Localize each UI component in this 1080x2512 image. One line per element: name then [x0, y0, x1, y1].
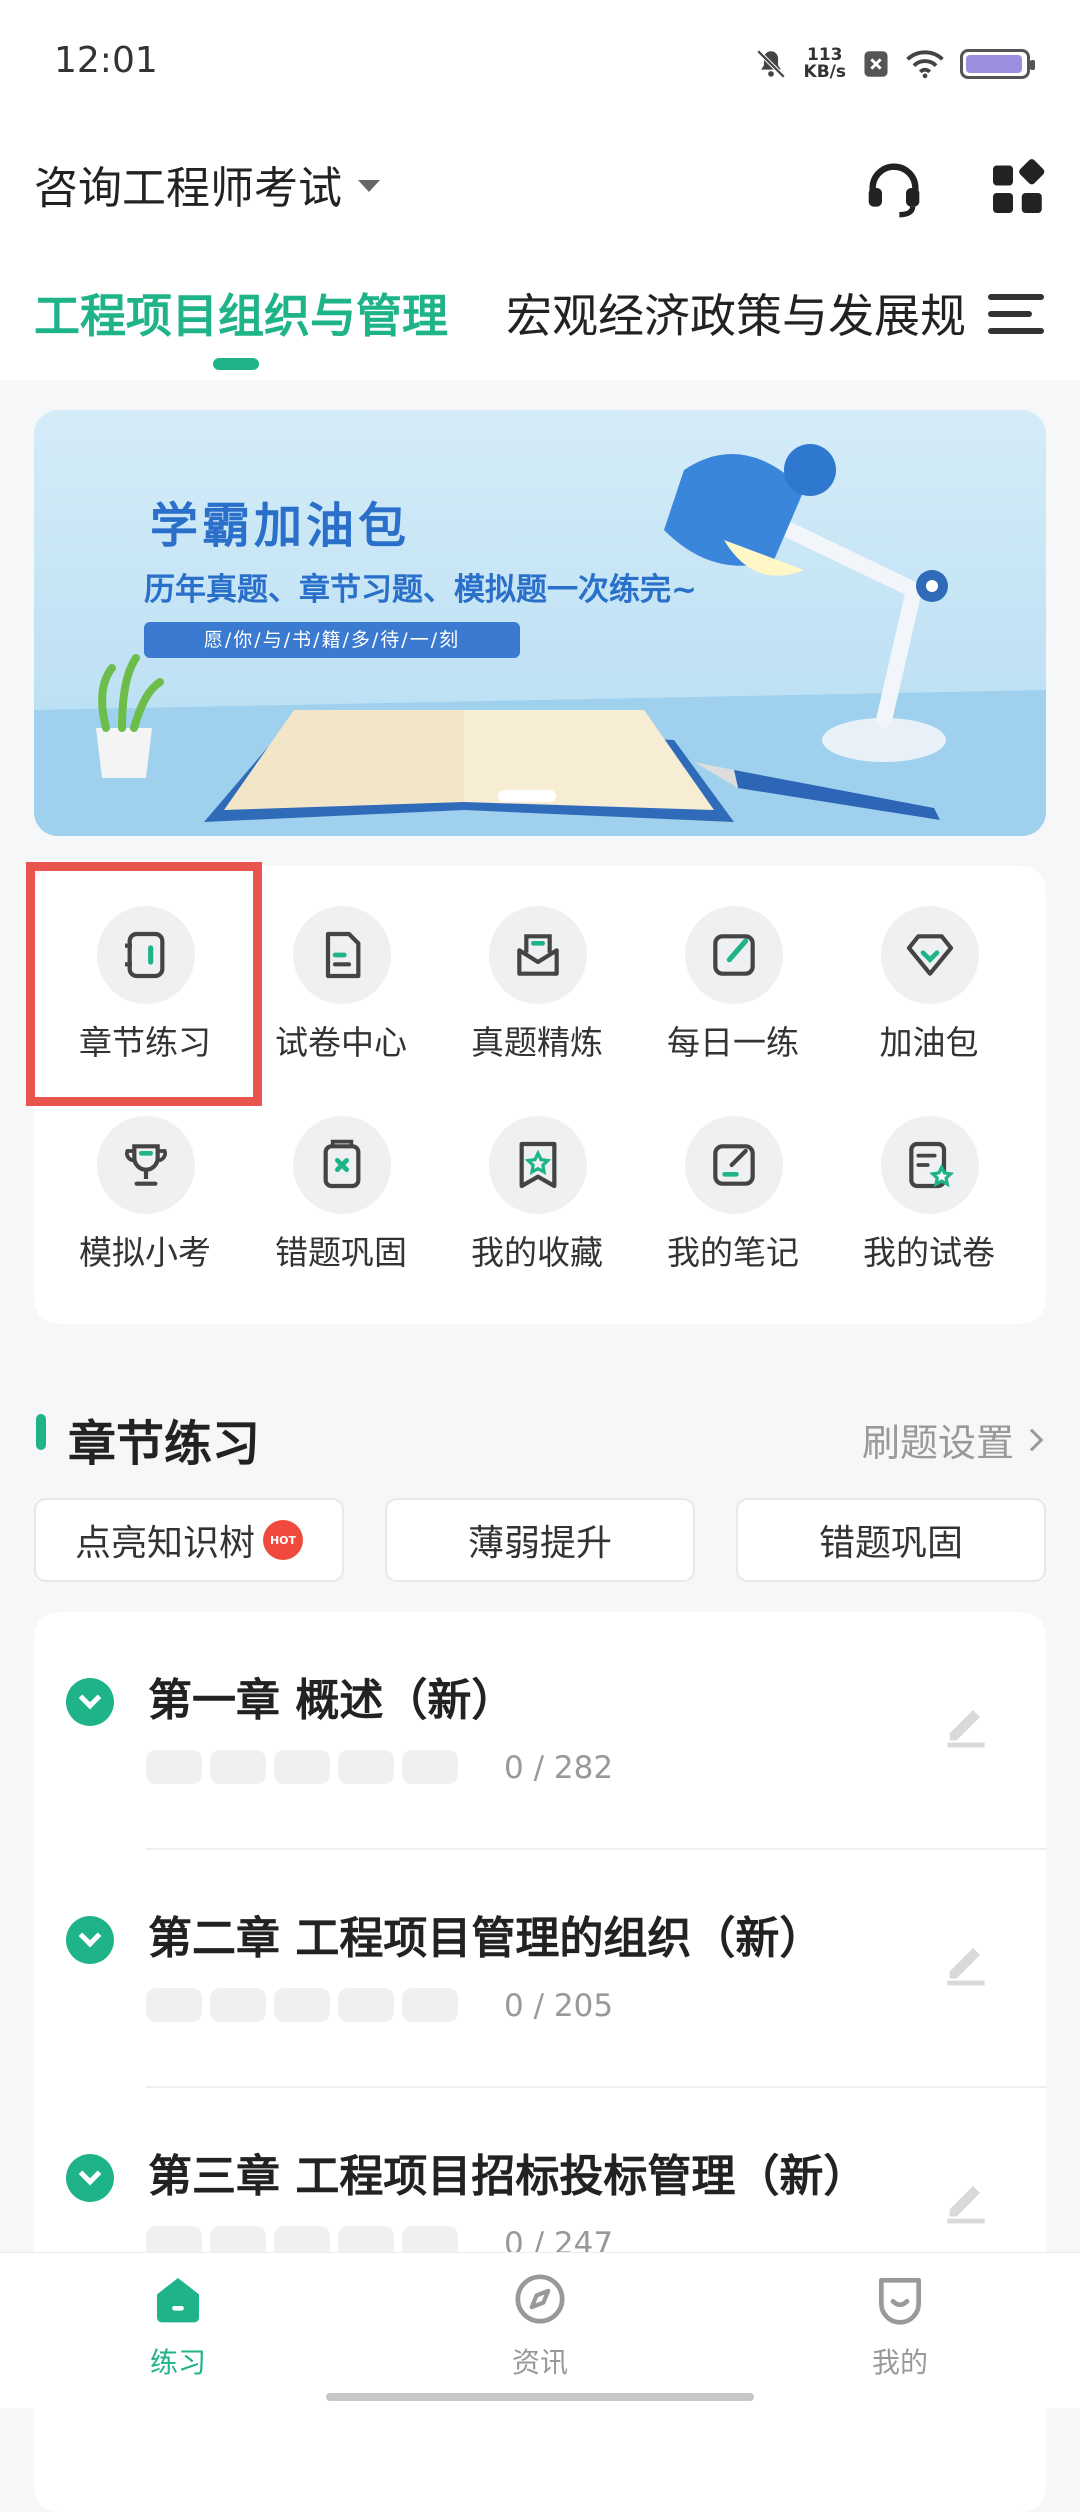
pencil-icon[interactable] [938, 1934, 994, 1990]
grid-label: 我的试卷 [863, 1233, 995, 1272]
grid-label: 错题巩固 [275, 1233, 407, 1272]
my-paper-icon [881, 1116, 979, 1214]
grid-label: 每日一练 [667, 1023, 799, 1062]
smile-icon [879, 2278, 921, 2325]
chapter-title: 第三章 工程项目招标投标管理（新） [148, 2151, 868, 2202]
chip-weak-improvement[interactable]: 薄弱提升 [385, 1498, 695, 1582]
home-icon [157, 2278, 199, 2323]
sim-x-icon [864, 51, 888, 77]
hot-fire-icon: HOT [263, 1520, 303, 1560]
expand-check-icon[interactable] [66, 2154, 114, 2202]
expand-check-icon[interactable] [66, 1916, 114, 1964]
nav-label: 资讯 [511, 2346, 568, 2379]
expand-check-icon[interactable] [66, 1678, 114, 1726]
star-bookmark-icon [489, 1116, 587, 1214]
exam-selector[interactable]: 咨询工程师考试 [34, 152, 380, 216]
tab-project-management[interactable]: 工程项目组织与管理 [34, 280, 448, 346]
battery-icon [960, 49, 1035, 79]
grid-item-daily-practice[interactable]: 每日一练 [635, 866, 831, 1066]
grid-label: 我的笔记 [667, 1233, 799, 1272]
home-indicator [326, 2393, 754, 2401]
grid-label: 模拟小考 [79, 1233, 211, 1272]
daily-edit-icon [685, 906, 783, 1004]
tab-macro-economy[interactable]: 宏观经济政策与发展规 [506, 280, 966, 346]
section-accent-bar [36, 1414, 46, 1450]
grid-item-favorites[interactable]: 我的收藏 [439, 1076, 635, 1276]
header: 咨询工程师考试 工程项目组织与管理 宏观经济政策与发展规 [0, 120, 1080, 380]
chip-label: 错题巩固 [818, 1523, 963, 1564]
grid-item-booster-pack[interactable]: 加油包 [831, 866, 1027, 1066]
nav-practice[interactable]: 练习 [78, 2271, 278, 2381]
progress-segments [146, 1988, 458, 2022]
nav-label: 我的 [871, 2346, 928, 2379]
compass-icon [515, 2274, 565, 2324]
pencil-icon[interactable] [938, 2172, 994, 2228]
nav-news[interactable]: 资讯 [440, 2271, 640, 2381]
status-bar: 12:01 113 KB/s [0, 0, 1080, 120]
practice-settings-label: 刷题设置 [861, 1421, 1014, 1465]
chapter-row[interactable]: 第一章 概述（新） 0 / 282 [34, 1612, 1046, 1850]
chapter-count: 0 / 205 [504, 1988, 614, 2024]
banner-tagline: 愿/你/与/书/籍/多/待/一/刻 [144, 622, 520, 658]
grid-item-my-papers[interactable]: 我的试卷 [831, 1076, 1027, 1276]
menu-icon[interactable] [988, 290, 1044, 338]
promo-banner[interactable]: 学霸加油包 历年真题、章节习题、模拟题一次练完~ 愿/你/与/书/籍/多/待/一… [34, 410, 1046, 836]
bottom-nav: 练习 资讯 我的 [0, 2252, 1080, 2408]
chip-label: 薄弱提升 [467, 1523, 612, 1564]
status-icons: 113 KB/s [754, 42, 1035, 86]
chip-label: 点亮知识树 [74, 1523, 255, 1564]
net-speed: 113 KB/s [804, 47, 846, 81]
chapter-title: 第二章 工程项目管理的组织（新） [148, 1913, 824, 1964]
chapter-count: 0 / 282 [504, 1750, 614, 1786]
subject-tabs: 工程项目组织与管理 宏观经济政策与发展规 [0, 280, 1080, 380]
pencil-icon[interactable] [938, 1696, 994, 1752]
grid-item-mock-quiz[interactable]: 模拟小考 [47, 1076, 243, 1276]
grid-item-real-exam[interactable]: 真题精炼 [439, 866, 635, 1066]
exam-title: 咨询工程师考试 [34, 163, 342, 214]
grid-label: 加油包 [879, 1023, 979, 1062]
envelope-icon [489, 906, 587, 1004]
chapter-title: 第一章 概述（新） [148, 1675, 516, 1726]
wrong-question-icon [293, 1116, 391, 1214]
trophy-icon [97, 1116, 195, 1214]
status-time: 12:01 [54, 40, 158, 81]
note-edit-icon [685, 1116, 783, 1214]
nav-label: 练习 [149, 2346, 206, 2379]
grid-label: 我的收藏 [471, 1233, 603, 1272]
chevron-right-icon [1020, 1428, 1044, 1451]
nav-mine[interactable]: 我的 [800, 2271, 1000, 2381]
active-tab-indicator [213, 358, 259, 370]
grid-item-paper-center[interactable]: 试卷中心 [243, 866, 439, 1066]
headset-icon[interactable] [854, 148, 934, 228]
net-speed-unit: KB/s [803, 62, 846, 82]
practice-settings-link[interactable]: 刷题设置 [861, 1412, 1044, 1467]
mute-bell-icon [756, 49, 785, 79]
chip-knowledge-tree[interactable]: 点亮知识树 HOT [34, 1498, 344, 1582]
chip-wrong-consolidation[interactable]: 错题巩固 [736, 1498, 1046, 1582]
gem-icon [881, 906, 979, 1004]
highlight-box [26, 862, 262, 1106]
grid-item-my-notes[interactable]: 我的笔记 [635, 1076, 831, 1276]
section-title: 章节练习 [68, 1416, 261, 1472]
caret-down-icon [358, 180, 380, 192]
banner-subtitle: 历年真题、章节习题、模拟题一次练完~ [144, 572, 697, 608]
wifi-icon [906, 50, 944, 79]
progress-segments [146, 1750, 458, 1784]
banner-title: 学霸加油包 [150, 498, 411, 554]
grid-label: 试卷中心 [275, 1023, 407, 1062]
apps-grid-icon[interactable] [978, 148, 1058, 228]
grid-item-wrong-questions[interactable]: 错题巩固 [243, 1076, 439, 1276]
grid-label: 真题精炼 [471, 1023, 603, 1062]
chapter-row[interactable]: 第二章 工程项目管理的组织（新） 0 / 205 [34, 1850, 1046, 2088]
paper-icon [293, 906, 391, 1004]
